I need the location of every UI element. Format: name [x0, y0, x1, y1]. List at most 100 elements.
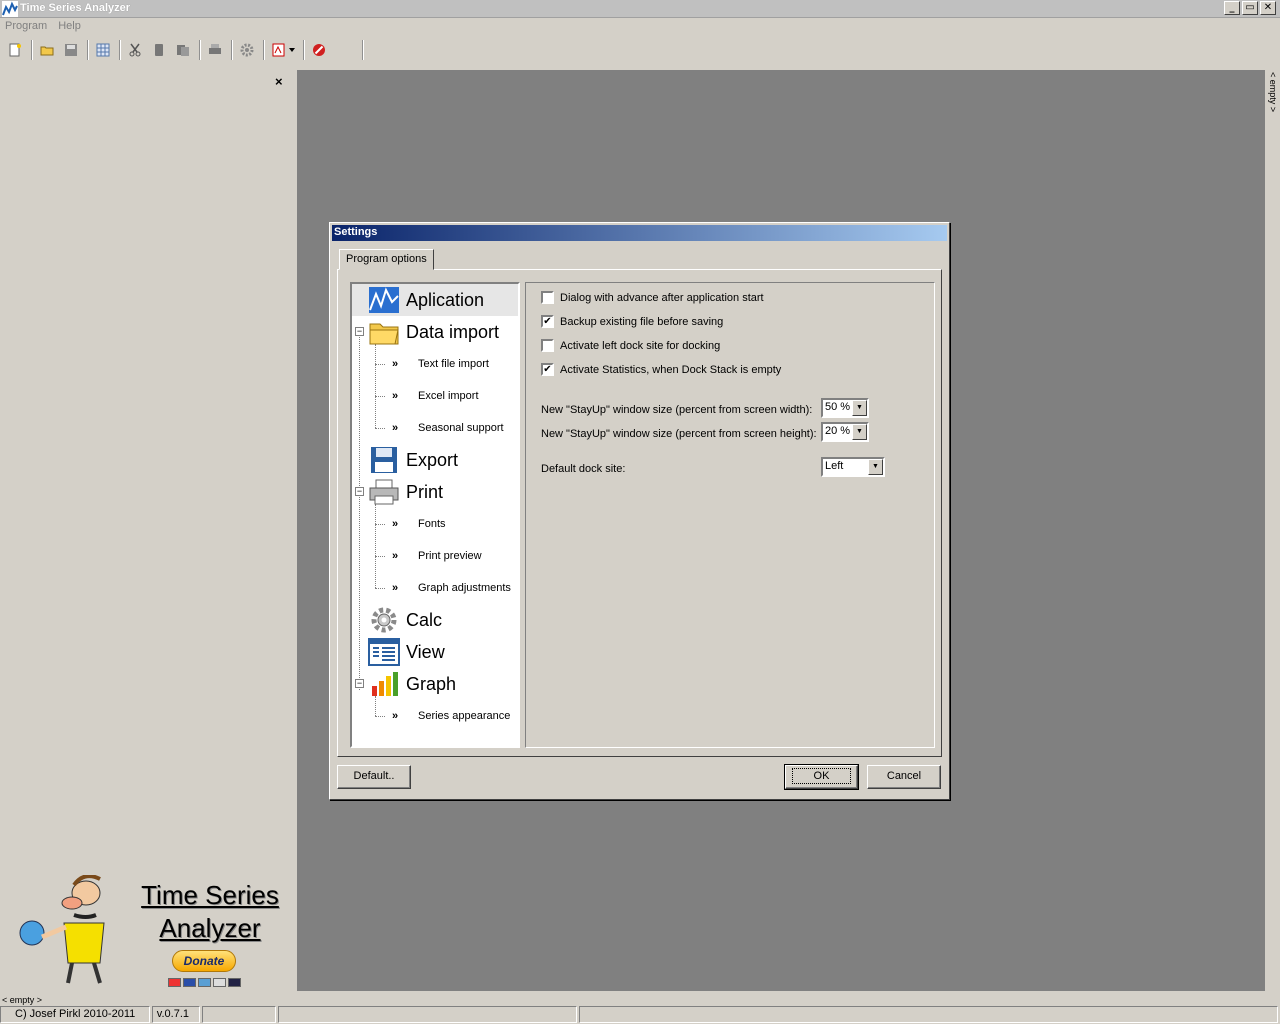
option-statistics[interactable]: ✔ Activate Statistics, when Dock Stack i…: [541, 363, 781, 376]
status-pane-empty: [579, 1006, 1278, 1023]
double-chevron-icon: »: [392, 422, 399, 434]
tree-item-data-import[interactable]: Data import: [352, 316, 518, 348]
printer-icon: [209, 44, 221, 54]
tree-item-seasonal-support[interactable]: » Seasonal support: [392, 418, 504, 438]
right-dock-empty-label: < empty >: [1268, 72, 1278, 113]
option-dialog-advance[interactable]: Dialog with advance after application st…: [541, 291, 764, 304]
toolbar-separator: [263, 40, 265, 60]
stayup-height-select[interactable]: 20 % ▼: [821, 422, 869, 442]
toolbar-separator: [199, 40, 201, 60]
tree-item-text-file-import[interactable]: » Text file import: [392, 354, 489, 374]
left-dock: × Time Series Analyzer Donate: [0, 70, 297, 998]
status-bar: C) Josef Pirkl 2010-2011 v.0.7.1: [0, 1006, 1280, 1024]
settings-tree[interactable]: Aplication − Data import » Text file impo…: [350, 282, 520, 748]
ok-button[interactable]: OK: [784, 764, 859, 790]
status-pane-empty: [277, 1006, 578, 1023]
paste-button[interactable]: [172, 39, 194, 61]
statistics-label: Activate Statistics, when Dock Stack is …: [560, 363, 782, 376]
tab-panel: Aplication − Data import » Text file impo…: [337, 269, 942, 757]
chevron-down-icon[interactable]: ▼: [852, 400, 867, 416]
left-dock-label: Activate left dock site for docking: [560, 339, 721, 352]
tree-label-calc: Calc: [406, 609, 443, 630]
tree-item-fonts[interactable]: » Fonts: [392, 514, 446, 534]
status-version: v.0.7.1: [151, 1006, 200, 1023]
tree-item-graph[interactable]: Graph: [352, 668, 518, 700]
printer-icon: [369, 479, 399, 505]
new-file-button[interactable]: [4, 39, 26, 61]
mastercard-icon: [168, 978, 181, 987]
floppy-disk-icon: [371, 447, 397, 473]
stop-button[interactable]: [308, 39, 330, 61]
tree-item-graph-adjustments[interactable]: » Graph adjustments: [392, 578, 511, 598]
chevron-down-icon[interactable]: ▼: [868, 459, 883, 475]
cut-button[interactable]: [124, 39, 146, 61]
tree-item-view[interactable]: View: [352, 636, 518, 668]
bank-card-icon: [228, 978, 241, 987]
default-dock-label: Default dock site:: [541, 463, 626, 475]
toolbar-separator: [31, 40, 33, 60]
dialog-advance-label: Dialog with advance after application st…: [560, 291, 764, 304]
close-window-button[interactable]: ✕: [1260, 1, 1276, 15]
tree-item-calc[interactable]: Calc: [352, 604, 518, 636]
default-dock-select[interactable]: Left ▼: [821, 457, 885, 477]
save-file-button[interactable]: [60, 39, 82, 61]
toolbar-separator: [119, 40, 121, 60]
option-backup-file[interactable]: ✔ Backup existing file before saving: [541, 315, 723, 328]
toolbar-separator: [303, 40, 305, 60]
default-dock-value: Left: [825, 460, 844, 472]
tree-label-data-import: Data import: [406, 321, 500, 342]
donate-button[interactable]: Donate: [172, 950, 236, 972]
tree-item-series-appearance[interactable]: » Series appearance: [392, 706, 510, 726]
double-chevron-icon: »: [392, 710, 399, 722]
double-chevron-icon: »: [392, 582, 399, 594]
open-file-button[interactable]: [36, 39, 58, 61]
menu-help[interactable]: Help: [53, 19, 87, 36]
discover-icon: [213, 978, 226, 987]
tree-label-view: View: [406, 641, 445, 662]
cancel-button[interactable]: Cancel: [867, 765, 941, 789]
scissors-icon: [129, 43, 141, 57]
tree-item-export[interactable]: Export: [352, 444, 518, 476]
tree-label-print-preview: Print preview: [418, 550, 482, 562]
tree-label-print: Print: [406, 481, 444, 502]
tree-label-excel-import: Excel import: [418, 390, 479, 402]
status-copyright: C) Josef Pirkl 2010-2011: [0, 1006, 150, 1023]
tree-item-print[interactable]: Print: [352, 476, 518, 508]
stayup-width-select[interactable]: 50 % ▼: [821, 398, 869, 418]
mascot-illustration: [19, 875, 105, 984]
stayup-height-value: 20 %: [825, 425, 851, 437]
title-bar: Time Series Analyzer _ ▭ ✕: [0, 0, 1280, 18]
statistics-checkbox[interactable]: ✔: [541, 363, 554, 376]
table-button[interactable]: [92, 39, 114, 61]
toolbar-separator: [87, 40, 89, 60]
maximize-button[interactable]: ▭: [1242, 1, 1258, 15]
settings-dialog: Settings Program options Aplication − Da…: [329, 222, 950, 800]
backup-file-checkbox[interactable]: ✔: [541, 315, 554, 328]
copy-button[interactable]: [148, 39, 170, 61]
menu-program[interactable]: Program: [0, 19, 53, 36]
default-button[interactable]: Default..: [337, 765, 411, 789]
chevron-down-icon[interactable]: ▼: [852, 424, 867, 440]
tab-program-options[interactable]: Program options: [339, 249, 434, 270]
tree-item-print-preview[interactable]: » Print preview: [392, 546, 482, 566]
option-left-dock[interactable]: Activate left dock site for docking: [541, 339, 720, 352]
logo-line1: Time Series: [141, 880, 279, 910]
window-view-icon: [368, 638, 400, 666]
left-dock-empty-tab[interactable]: < empty >: [2, 995, 42, 1005]
left-dock-checkbox[interactable]: [541, 339, 554, 352]
print-button[interactable]: [204, 39, 226, 61]
export-pdf-dropdown[interactable]: [268, 39, 298, 61]
dock-close-button[interactable]: ×: [275, 74, 283, 89]
settings-button[interactable]: [236, 39, 258, 61]
right-dock-empty-tab[interactable]: < empty >: [1268, 72, 1278, 122]
stayup-width-value: 50 %: [825, 401, 851, 413]
open-folder-icon: [40, 46, 54, 56]
dialog-advance-checkbox[interactable]: [541, 291, 554, 304]
minimize-button[interactable]: _: [1224, 1, 1240, 15]
table-grid-icon: [96, 43, 110, 57]
tree-item-excel-import[interactable]: » Excel import: [392, 386, 479, 406]
logo-area: Time Series Analyzer Donate: [10, 875, 295, 995]
tree-item-aplication[interactable]: Aplication: [352, 284, 518, 316]
tree-label-graph: Graph: [406, 673, 457, 694]
options-panel: Dialog with advance after application st…: [525, 282, 935, 748]
